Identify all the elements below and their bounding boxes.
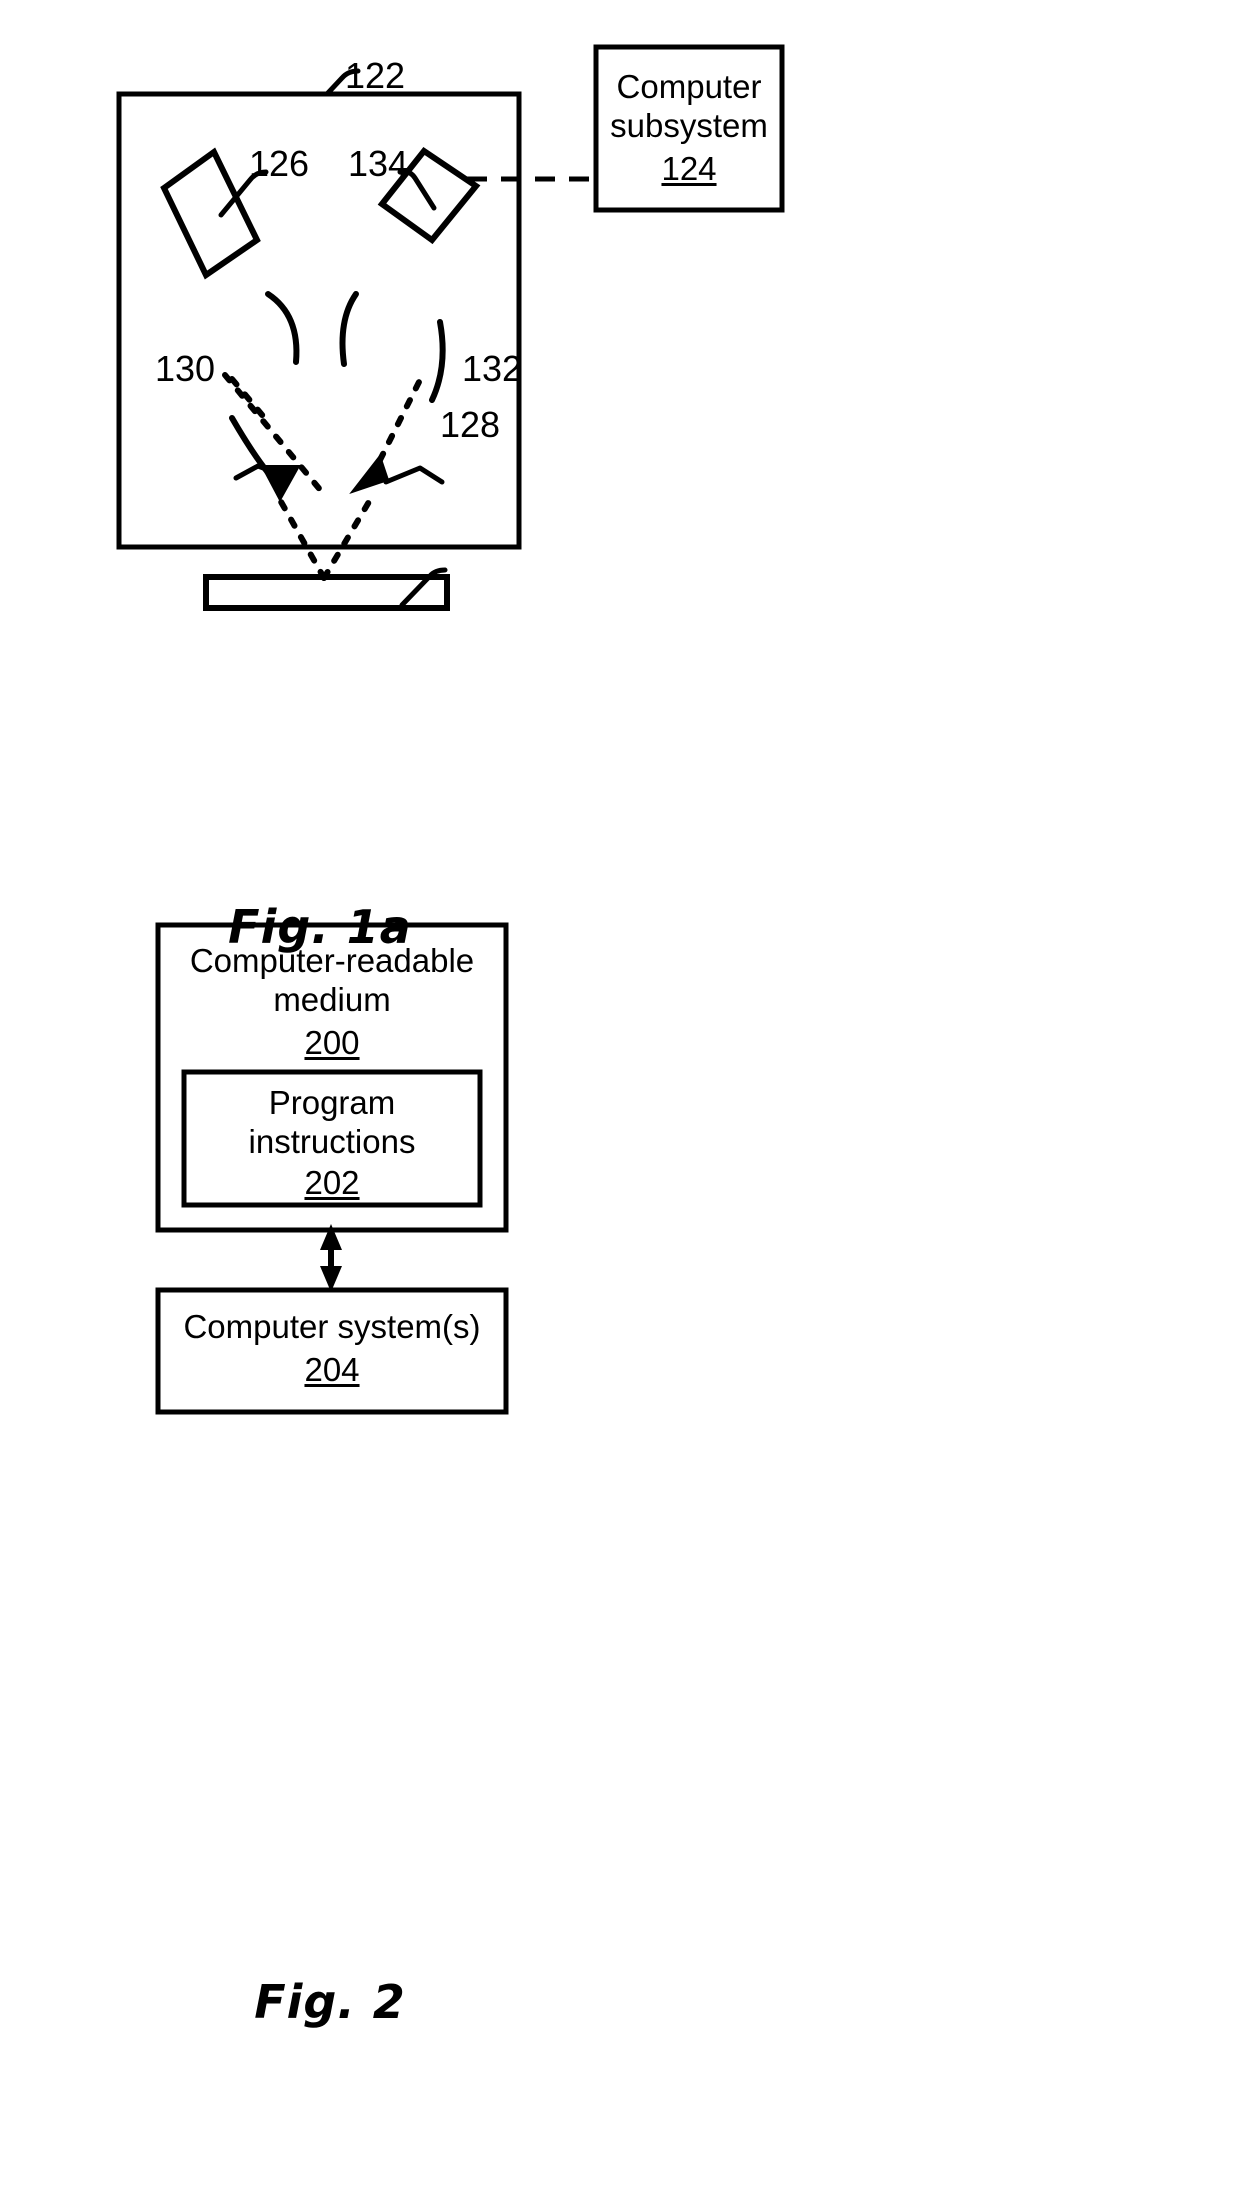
medium-line1: Computer-readable: [189, 942, 475, 979]
computer-systems-label: Computer system(s) 204: [158, 1308, 506, 1390]
program-instructions-label: Program instructions 202: [184, 1084, 480, 1203]
angle-arc-132-right: [429, 319, 446, 403]
patent-drawing-page: 122 Computer subsystem 124 126 134 130 1…: [0, 0, 1240, 2205]
reference-number-124: 124: [661, 149, 717, 187]
figure-2-caption: Fig. 2: [254, 1975, 406, 2029]
system-line1: Computer system(s): [183, 1308, 481, 1345]
collected-beam-upper: [377, 375, 424, 463]
instructions-line2: instructions: [248, 1122, 416, 1160]
reference-number-134: 134: [348, 143, 409, 184]
reference-number-204: 204: [304, 1350, 360, 1388]
reference-number-122: 122: [345, 55, 406, 96]
computer-subsystem-line1: Computer: [616, 68, 762, 105]
collected-beam-lower: [321, 492, 376, 581]
leader-line-132: [383, 465, 445, 485]
computer-subsystem-line2: subsystem: [610, 106, 768, 144]
computer-readable-medium-label: Computer-readable medium 200: [158, 942, 506, 1063]
reference-number-128: 128: [440, 404, 501, 445]
angle-arc-130-right: [265, 291, 300, 365]
reference-number-132: 132: [462, 348, 523, 389]
reference-number-200: 200: [304, 1023, 360, 1061]
reference-number-202: 202: [304, 1163, 360, 1201]
illumination-source-body: [160, 147, 261, 280]
computer-subsystem-label: Computer subsystem 124: [596, 68, 782, 189]
inspection-system-enclosure: [116, 91, 522, 550]
incident-beam-upper: [229, 376, 271, 425]
reference-number-130: 130: [155, 348, 216, 389]
reference-number-126: 126: [249, 143, 310, 184]
instructions-line1: Program: [268, 1084, 396, 1121]
incident-beam-lower: [277, 497, 327, 581]
medium-line2: medium: [273, 980, 391, 1018]
angle-arc-132-left: [339, 291, 359, 367]
